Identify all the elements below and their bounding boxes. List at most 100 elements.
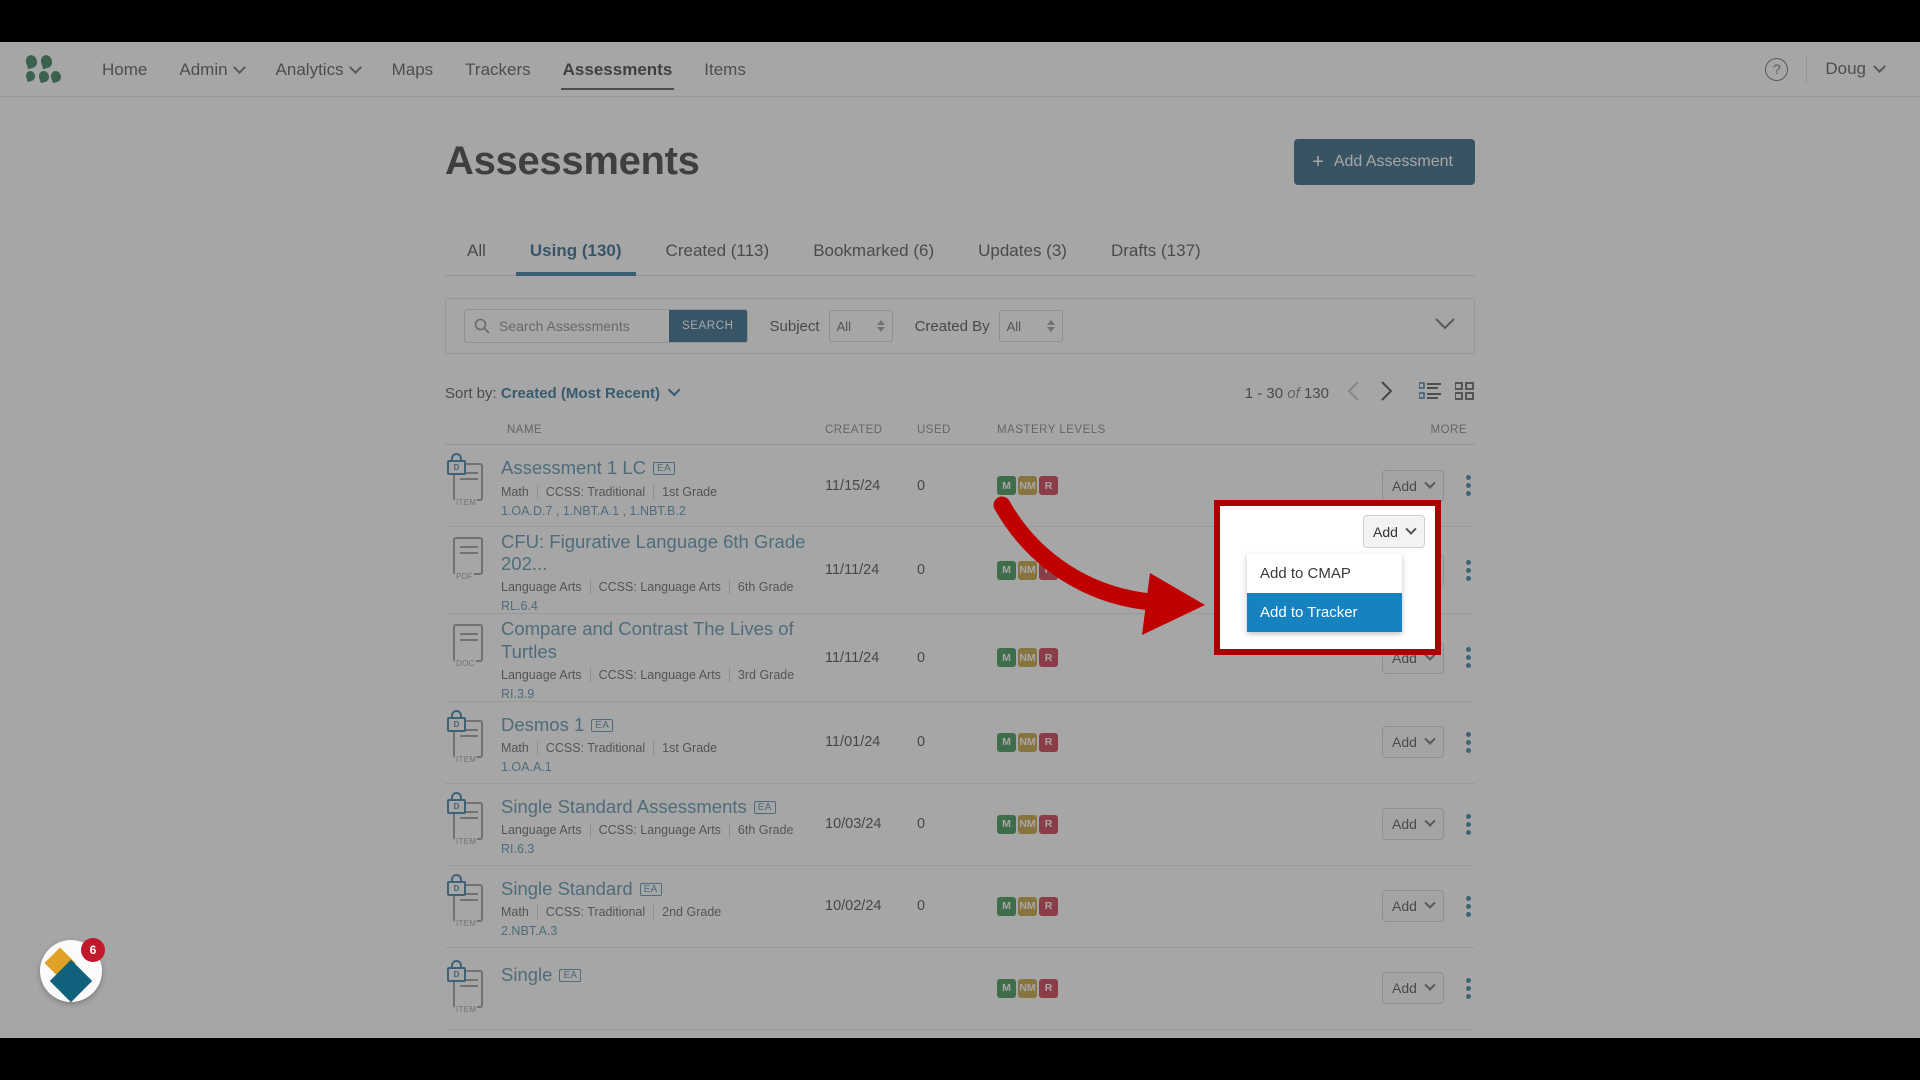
add-label: Add <box>1392 734 1417 751</box>
row-standards[interactable]: 1.OA.A.1 <box>501 760 725 774</box>
assessment-title-link[interactable]: CFU: Figurative Language 6th Grade 202..… <box>501 531 825 575</box>
row-subject: Language Arts <box>501 667 582 682</box>
row-used-count: 0 <box>917 562 926 579</box>
subject-value: All <box>836 318 852 334</box>
row-grade: 2nd Grade <box>653 905 730 920</box>
add-assessment-button[interactable]: + Add Assessment <box>1294 139 1475 185</box>
more-options-icon[interactable] <box>1466 475 1471 496</box>
assessment-title-link[interactable]: Desmos 1 <box>501 714 584 736</box>
mastery-level-nm: NM <box>1018 896 1037 916</box>
row-subject: Math <box>501 741 529 756</box>
col-created: CREATED <box>825 424 883 436</box>
tab-bookmarked[interactable]: Bookmarked (6) <box>791 231 956 275</box>
add-button[interactable]: Add <box>1382 726 1444 759</box>
assessment-title-link[interactable]: Compare and Contrast The Lives of Turtle… <box>501 618 825 662</box>
menu-item-add-to-cmap[interactable]: Add to CMAP <box>1247 554 1402 593</box>
user-menu[interactable]: Doug <box>1825 59 1886 79</box>
assessment-title-link[interactable]: Single <box>501 964 552 986</box>
help-icon[interactable]: ? <box>1765 57 1789 81</box>
more-options-icon[interactable] <box>1466 977 1471 999</box>
add-button[interactable]: Add <box>1382 890 1444 923</box>
row-meta: Language Arts CCSS: Language Arts 3rd Grad… <box>501 667 825 682</box>
more-options-icon[interactable] <box>1466 647 1471 669</box>
row-subject: Math <box>501 905 529 920</box>
tab-created[interactable]: Created (113) <box>644 231 792 275</box>
row-standards[interactable]: RL.6.4 <box>501 599 825 613</box>
tab-updates[interactable]: Updates (3) <box>956 231 1089 275</box>
tab-label: Using (130) <box>529 241 622 260</box>
prev-page-button[interactable] <box>1347 380 1361 406</box>
document-type-icon: ITEM D <box>445 710 491 766</box>
search-input[interactable] <box>499 310 669 342</box>
nav-item-maps[interactable]: Maps <box>376 42 450 96</box>
row-actions: Add <box>1382 469 1475 502</box>
expand-filters-button[interactable] <box>1434 317 1456 335</box>
total-text: 130 <box>1303 384 1329 402</box>
more-options-icon[interactable] <box>1466 731 1471 753</box>
row-mastery-levels: M NM R <box>997 814 1297 834</box>
document-type-icon: PDF <box>445 531 491 583</box>
nav-item-home[interactable]: Home <box>86 42 163 96</box>
chevron-down-icon <box>1424 477 1436 489</box>
row-used-count: 0 <box>917 816 926 833</box>
tab-drafts[interactable]: Drafts (137) <box>1089 231 1223 275</box>
grid-view-icon[interactable] <box>1454 381 1475 405</box>
table-row: ITEM D Single EA M NM R Add <box>445 948 1475 1030</box>
add-button[interactable]: Add <box>1382 469 1444 502</box>
row-grade: 3rd Grade <box>728 667 803 682</box>
assessment-title-link[interactable]: Single Standard Assessments <box>501 796 747 818</box>
nav-item-analytics[interactable]: Analytics <box>260 42 376 96</box>
floating-notification-widget[interactable]: 6 <box>40 938 105 1003</box>
document-type-icon: ITEM D <box>445 874 491 930</box>
tab-using[interactable]: Using (130) <box>508 231 644 276</box>
more-options-icon[interactable] <box>1466 559 1471 581</box>
assessment-title-link[interactable]: Single Standard <box>501 878 633 900</box>
nav-item-assessments[interactable]: Assessments <box>547 42 689 96</box>
range-text: 1 - 30 <box>1244 384 1284 402</box>
row-meta: Math CCSS: Traditional 1st Grade <box>501 741 726 756</box>
assessment-title-link[interactable]: Assessment 1 LC <box>501 457 646 479</box>
nav-item-trackers[interactable]: Trackers <box>449 42 547 96</box>
chevron-down-icon <box>348 60 362 74</box>
add-button[interactable]: Add <box>1382 808 1444 841</box>
nav-item-admin[interactable]: Admin <box>163 42 259 96</box>
add-button-row-1[interactable]: Add <box>1363 515 1425 548</box>
add-label: Add <box>1392 898 1417 915</box>
subject-select[interactable]: All <box>828 310 893 342</box>
list-view-icon[interactable] <box>1418 381 1441 405</box>
row-standards[interactable]: 2.NBT.A.3 <box>501 924 729 938</box>
document-type-icon: ITEM D <box>445 960 491 1016</box>
row-created-date: 11/15/24 <box>825 477 881 494</box>
assessment-type-badge: EA <box>591 719 614 733</box>
row-standards[interactable]: 1.OA.D.7 , 1.NBT.A.1 , 1.NBT.B.2 <box>501 504 725 518</box>
row-used-count: 0 <box>917 477 926 494</box>
menu-item-add-to-tracker[interactable]: Add to Tracker <box>1247 593 1402 632</box>
more-options-icon[interactable] <box>1466 895 1471 917</box>
app-logo-icon[interactable] <box>24 53 63 84</box>
more-options-icon[interactable] <box>1466 813 1471 835</box>
row-name-cell: ITEM D Single Standard Assessments EA Langua… <box>445 792 825 856</box>
chevron-down-icon <box>668 383 681 396</box>
chevron-down-icon <box>232 60 246 74</box>
row-standards[interactable]: RI.6.3 <box>501 842 802 856</box>
add-dropdown-highlight: Add Add to CMAP Add to Tracker <box>1214 500 1441 655</box>
row-name-cell: ITEM D Desmos 1 EA Math CCSS: Traditional 1st … <box>445 710 825 774</box>
document-type-icon: DOC <box>445 618 491 670</box>
tab-all[interactable]: All <box>445 231 508 275</box>
nav-item-items[interactable]: Items <box>688 42 762 96</box>
sort-control[interactable]: Sort by: Created (Most Recent) <box>445 383 681 402</box>
search-button[interactable]: SEARCH <box>669 310 747 342</box>
row-mastery-levels: M NM R <box>997 476 1297 495</box>
row-standards[interactable]: RI.3.9 <box>501 687 825 701</box>
sort-value: Created (Most Recent) <box>500 384 661 402</box>
user-name: Doug <box>1825 59 1866 78</box>
row-used-count: 0 <box>917 898 926 915</box>
assessment-type-badge: EA <box>639 883 662 897</box>
created-by-select[interactable]: All <box>998 310 1063 342</box>
created-by-label: Created By <box>914 317 990 335</box>
created-by-value: All <box>1006 318 1022 334</box>
add-button[interactable]: Add <box>1382 972 1444 1005</box>
mastery-level-r: R <box>1039 814 1058 834</box>
next-page-button[interactable] <box>1379 380 1393 406</box>
top-navigation-bar: Home Admin Analytics Maps Trackers Asses… <box>0 42 1920 97</box>
